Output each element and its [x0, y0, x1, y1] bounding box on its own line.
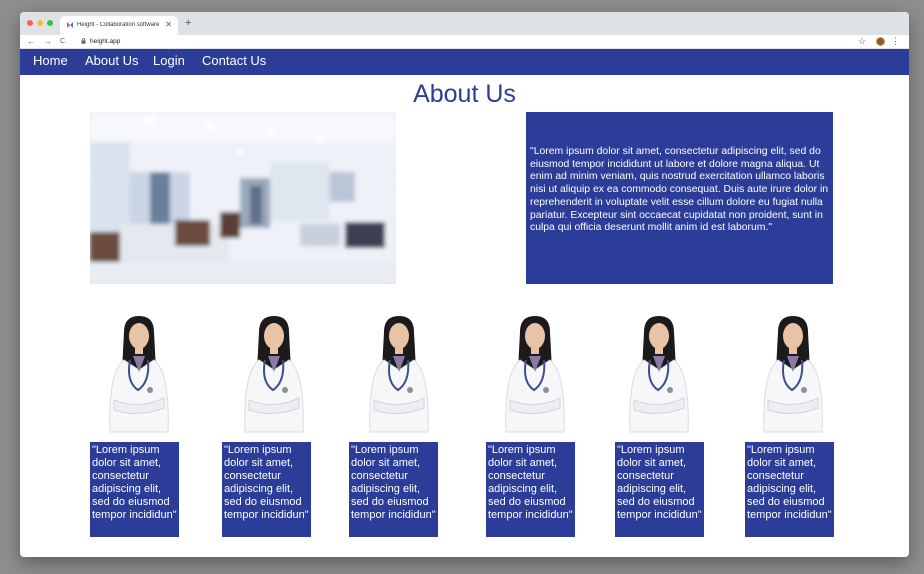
doctor-photo [496, 312, 574, 434]
forward-arrow-icon[interactable]: → [44, 37, 52, 46]
doctor-caption: "Lorem ipsum dolor sit amet, consectetur… [222, 442, 311, 537]
star-icon[interactable]: ☆ [858, 36, 866, 47]
nav-home-link[interactable]: Home [33, 53, 68, 68]
doctor-caption: "Lorem ipsum dolor sit amet, consectetur… [745, 442, 834, 537]
doctor-photo [754, 312, 832, 434]
doctor-photo [620, 312, 698, 434]
url-field[interactable]: height.app [90, 38, 120, 45]
minimize-window-icon[interactable] [37, 20, 43, 26]
lock-icon [81, 38, 86, 44]
doctor-caption: "Lorem ipsum dolor sit amet, consectetur… [349, 442, 438, 537]
doctor-caption: "Lorem ipsum dolor sit amet, consectetur… [486, 442, 575, 537]
nav-login-link[interactable]: Login [153, 53, 185, 68]
reload-icon[interactable]: C [60, 38, 65, 45]
site-navigation: Home About Us Login Contact Us [20, 49, 909, 75]
height-favicon-icon [67, 22, 73, 28]
tab-title: Height - Collaboration software f [77, 22, 161, 28]
doctor-photo [100, 312, 178, 434]
browser-window: Height - Collaboration software f ✕ + ← … [20, 12, 909, 557]
nav-contact-link[interactable]: Contact Us [202, 53, 266, 68]
doctor-photo [235, 312, 313, 434]
close-icon[interactable]: ✕ [165, 20, 172, 29]
browser-tab[interactable]: Height - Collaboration software f ✕ [60, 16, 178, 35]
doctor-caption: "Lorem ipsum dolor sit amet, consectetur… [90, 442, 179, 537]
nav-about-link[interactable]: About Us [85, 53, 138, 68]
hospital-lobby-image [90, 112, 396, 284]
page-title: About Us [413, 80, 516, 108]
plus-icon[interactable]: + [185, 17, 191, 29]
tab-bar: Height - Collaboration software f ✕ + [20, 12, 909, 35]
back-arrow-icon[interactable]: ← [27, 37, 35, 46]
doctor-photo [360, 312, 438, 434]
address-bar: ← → C height.app ☆ ⋮ [20, 35, 909, 49]
doctor-caption: "Lorem ipsum dolor sit amet, consectetur… [615, 442, 704, 537]
menu-dots-icon[interactable]: ⋮ [891, 36, 900, 47]
maximize-window-icon[interactable] [47, 20, 53, 26]
about-paragraph: "Lorem ipsum dolor sit amet, consectetur… [526, 112, 833, 284]
profile-avatar[interactable] [876, 37, 885, 46]
close-window-icon[interactable] [27, 20, 33, 26]
